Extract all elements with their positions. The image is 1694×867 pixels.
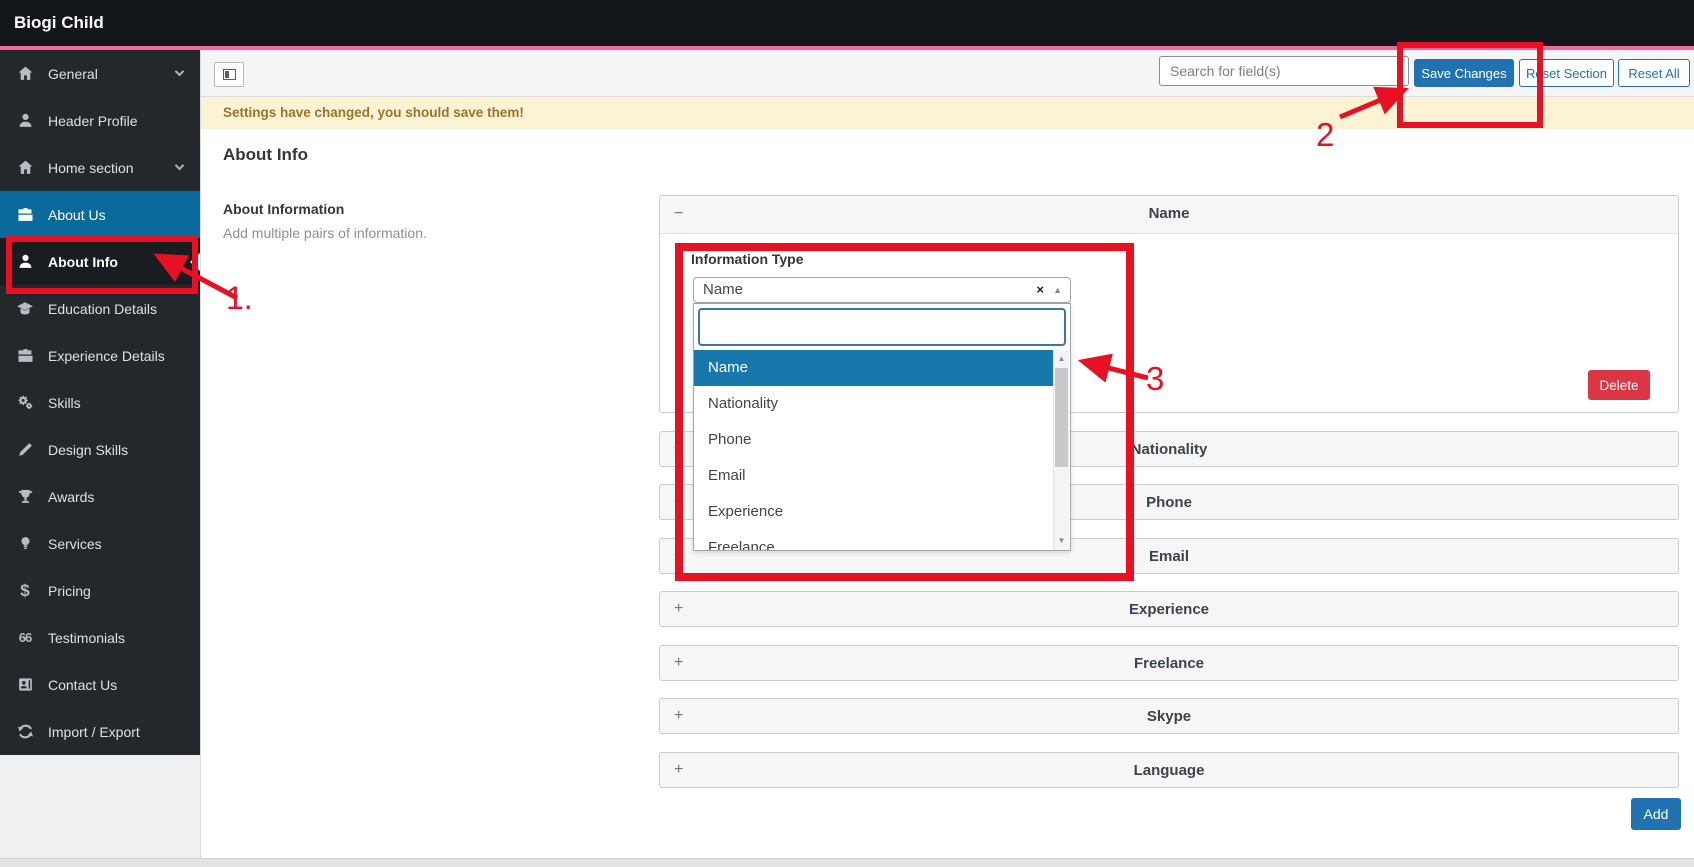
sidebar-item-label: Pricing	[48, 583, 91, 599]
accordion-panel-language[interactable]: + Language	[659, 752, 1679, 788]
user-icon	[15, 111, 35, 131]
save-changes-button[interactable]: Save Changes	[1414, 59, 1514, 87]
sidebar-item-awards[interactable]: Awards	[0, 473, 200, 520]
sidebar-item-about-info[interactable]: About Info	[0, 238, 200, 285]
selected-value: Name	[703, 278, 743, 302]
contact-card-icon	[15, 675, 35, 695]
dropdown-option-nationality[interactable]: Nationality	[694, 386, 1040, 422]
lightbulb-icon	[15, 534, 35, 554]
chevron-down-icon	[173, 160, 186, 176]
sidebar-item-label: Header Profile	[48, 113, 138, 129]
panel-layout-icon	[223, 69, 236, 80]
sidebar-item-label: Awards	[48, 489, 94, 505]
briefcase-icon	[15, 205, 35, 225]
sidebar-item-skills[interactable]: Skills	[0, 379, 200, 426]
pencil-icon	[15, 440, 35, 460]
accordion-title: Skype	[660, 699, 1678, 734]
field-group-description: Add multiple pairs of information.	[223, 225, 427, 241]
information-type-select[interactable]: Name × ▲	[693, 277, 1071, 303]
sidebar-item-experience-details[interactable]: Experience Details	[0, 332, 200, 379]
sidebar-item-label: Home section	[48, 160, 134, 176]
sidebar-item-label: Services	[48, 536, 102, 552]
sidebar-item-label: Experience Details	[48, 348, 165, 364]
app-window: Biogi Child General Header Profile Home …	[0, 0, 1694, 867]
information-type-label: Information Type	[691, 251, 804, 267]
sidebar-item-label: Contact Us	[48, 677, 117, 693]
graduation-cap-icon	[15, 299, 35, 319]
options-toolbar: Save Changes Reset Section Reset All	[200, 50, 1694, 97]
select-dropdown-panel: Name Nationality Phone Email Experience …	[693, 303, 1071, 551]
accordion-panel-experience[interactable]: + Experience	[659, 591, 1679, 627]
sidebar-item-design-skills[interactable]: Design Skills	[0, 426, 200, 473]
sidebar-item-about-us[interactable]: About Us	[0, 191, 200, 238]
sidebar-item-label: Design Skills	[48, 442, 128, 458]
field-group-label: About Information	[223, 201, 344, 217]
sidebar-item-services[interactable]: Services	[0, 520, 200, 567]
scrollbar-thumb[interactable]	[1055, 368, 1068, 467]
chevron-down-icon	[173, 66, 186, 82]
dropdown-option-list: Name Nationality Phone Email Experience …	[694, 350, 1070, 550]
main-content: About Info About Information Add multipl…	[200, 129, 1694, 858]
sidebar-item-label: Education Details	[48, 301, 157, 317]
sidebar-item-pricing[interactable]: $ Pricing	[0, 567, 200, 614]
annotation-number-3: 3	[1146, 360, 1164, 398]
dropdown-option-experience[interactable]: Experience	[694, 494, 1040, 530]
delete-button[interactable]: Delete	[1588, 370, 1650, 400]
annotation-number-1: 1.	[226, 280, 253, 317]
accordion-title: Experience	[660, 592, 1678, 627]
sidebar-menu: General Header Profile Home section Abou…	[0, 50, 200, 755]
expand-options-button[interactable]	[214, 62, 244, 87]
home-icon	[15, 64, 35, 84]
sidebar-item-label: General	[48, 66, 98, 82]
sidebar-item-label: Skills	[48, 395, 81, 411]
search-input[interactable]	[1159, 56, 1409, 86]
accordion-title: Name	[660, 196, 1678, 232]
quote-icon: 66	[15, 628, 35, 648]
caret-up-icon: ▲	[1053, 278, 1062, 302]
dollar-icon: $	[15, 581, 35, 601]
unsaved-changes-notice: Settings have changed, you should save t…	[200, 97, 1694, 129]
footer-bar	[0, 858, 1694, 867]
scrollbar-down-icon[interactable]: ▼	[1054, 534, 1069, 548]
sidebar-item-label: About Info	[48, 254, 118, 270]
sidebar-item-import-export[interactable]: Import / Export	[0, 708, 200, 755]
site-title: Biogi Child	[14, 0, 104, 46]
sidebar-item-label: About Us	[48, 207, 106, 223]
dropdown-option-email[interactable]: Email	[694, 458, 1040, 494]
sidebar-item-education-details[interactable]: Education Details	[0, 285, 200, 332]
briefcase-icon	[15, 346, 35, 366]
accordion-title: Language	[660, 753, 1678, 788]
top-admin-bar: Biogi Child	[0, 0, 1694, 46]
dropdown-scrollbar[interactable]: ▲ ▼	[1053, 350, 1069, 550]
scrollbar-up-icon[interactable]: ▲	[1054, 352, 1069, 366]
page-title: About Info	[223, 145, 308, 165]
sidebar-item-general[interactable]: General	[0, 50, 200, 97]
accordion-panel-skype[interactable]: + Skype	[659, 698, 1679, 734]
sidebar-item-home-section[interactable]: Home section	[0, 144, 200, 191]
notice-text: Settings have changed, you should save t…	[223, 97, 524, 129]
accordion-header-name[interactable]: − Name	[660, 196, 1678, 234]
reset-section-button[interactable]: Reset Section	[1519, 59, 1614, 87]
reset-all-button[interactable]: Reset All	[1618, 59, 1690, 87]
gears-icon	[15, 393, 35, 413]
clear-selection-icon[interactable]: ×	[1036, 278, 1044, 302]
dropdown-option-freelance[interactable]: Freelance	[694, 530, 1040, 550]
user-icon	[15, 252, 35, 272]
sidebar-item-header-profile[interactable]: Header Profile	[0, 97, 200, 144]
sidebar-item-label: Testimonials	[48, 630, 125, 646]
dropdown-option-phone[interactable]: Phone	[694, 422, 1040, 458]
home-icon	[15, 158, 35, 178]
current-item-arrow-icon	[190, 253, 200, 271]
sidebar-item-label: Import / Export	[48, 724, 140, 740]
sidebar-item-contact-us[interactable]: Contact Us	[0, 661, 200, 708]
sidebar-item-testimonials[interactable]: 66 Testimonials	[0, 614, 200, 661]
accordion-panel-freelance[interactable]: + Freelance	[659, 645, 1679, 681]
annotation-number-2: 2	[1316, 116, 1334, 154]
sync-icon	[15, 722, 35, 742]
dropdown-search-input[interactable]	[698, 308, 1066, 346]
add-button[interactable]: Add	[1631, 798, 1681, 830]
accordion-title: Freelance	[660, 646, 1678, 681]
trophy-icon	[15, 487, 35, 507]
dropdown-option-name[interactable]: Name	[694, 350, 1054, 386]
